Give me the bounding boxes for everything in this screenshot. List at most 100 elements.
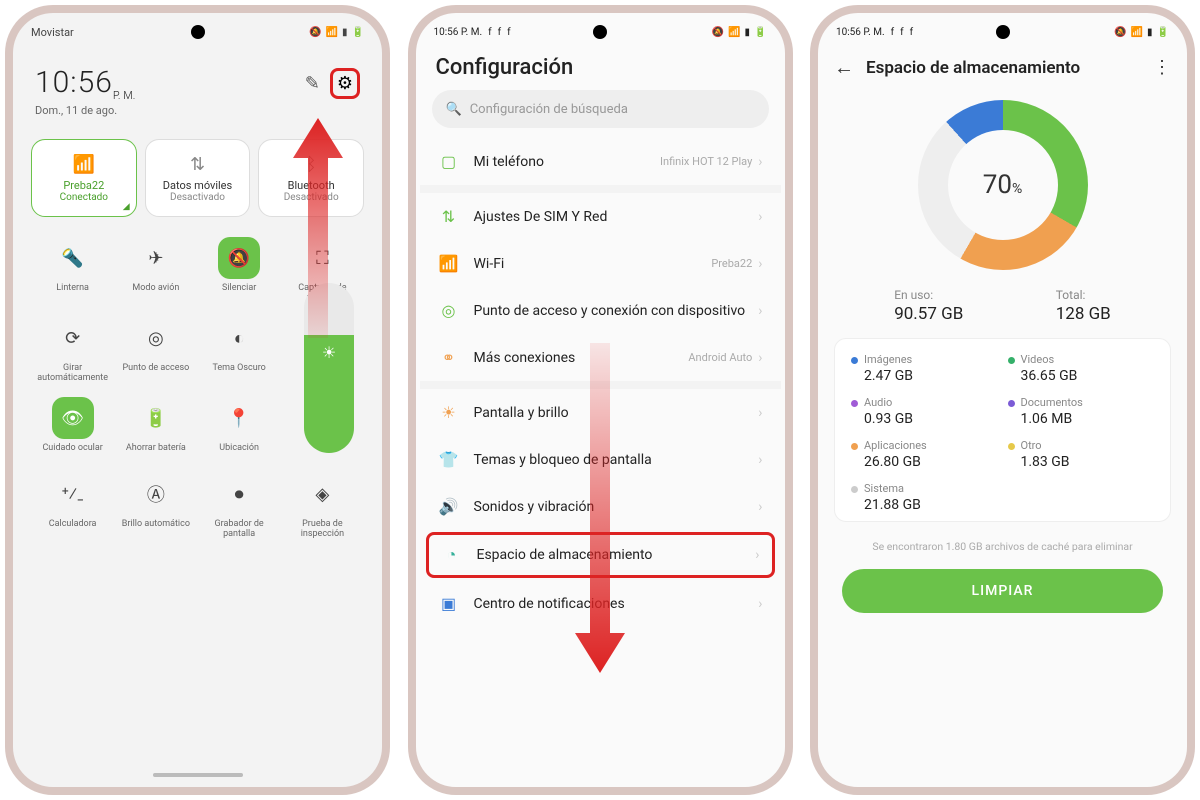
autorotate-tile[interactable]: ⟳Girar automáticamente (31, 313, 114, 387)
carrier-label: Movistar (31, 26, 74, 39)
speaker-icon: 🔊 (438, 497, 460, 516)
hotspot-icon: ◎ (438, 301, 460, 320)
signal-corner-icon: ◢ (123, 202, 130, 212)
airplane-tile[interactable]: ✈Modo avión (114, 233, 197, 307)
phone-quick-settings: Movistar 🔕 📶 ▮ 🔋 10:56P. M. ✎ ⚙ (5, 5, 390, 795)
auto-brightness-icon: Ⓐ (135, 473, 177, 515)
fb-icon: f (498, 27, 501, 38)
cat-system[interactable]: Sistema21.88 GB (851, 482, 998, 513)
search-input[interactable]: 🔍 Configuración de búsqueda (432, 90, 769, 128)
item-my-phone[interactable]: ▢ Mi teléfono Infinix HOT 12 Play › (420, 138, 781, 185)
calculator-icon: ⁺⁄₋ (52, 473, 94, 515)
eyecare-tile[interactable]: 👁Cuidado ocular (31, 393, 114, 457)
status-time: 10:56 P. M. (836, 27, 885, 38)
vibrate-icon: 🔕 (309, 27, 321, 38)
notch (191, 25, 205, 39)
vibrate-icon: 🔕 (712, 27, 724, 38)
date-label: Dom., 11 de ago. (35, 104, 360, 117)
gear-icon[interactable]: ⚙ (337, 73, 353, 94)
used-block: En uso: 90.57 GB (894, 288, 963, 324)
shield-icon: ◈ (301, 473, 343, 515)
total-block: Total: 128 GB (1056, 288, 1111, 324)
clean-button[interactable]: LIMPIAR (842, 569, 1163, 613)
screenrecord-tile[interactable]: ⏺Grabador de pantalla (198, 469, 281, 543)
data-icon: ⇅ (190, 154, 205, 175)
autobrightness-tile[interactable]: ⒶBrillo automático (114, 469, 197, 543)
chevron-right-icon: › (758, 256, 762, 272)
phone-icon: ▢ (438, 152, 460, 171)
cat-apps[interactable]: Aplicaciones26.80 GB (851, 439, 998, 470)
airplane-icon: ✈ (135, 237, 177, 279)
page-title: Configuración (416, 47, 785, 90)
pin-icon: 📍 (218, 397, 260, 439)
status-time: 10:56 P. M. (434, 27, 483, 38)
location-tile[interactable]: 📍Ubicación (198, 393, 281, 457)
chevron-right-icon: › (758, 154, 762, 170)
fb-icon: f (507, 27, 510, 38)
flashlight-tile[interactable]: 🔦Linterna (31, 233, 114, 307)
fb-icon: f (488, 27, 491, 38)
back-button[interactable]: ← (834, 55, 854, 80)
item-wifi[interactable]: 📶 Wi-Fi Preba22 › (420, 240, 781, 287)
fb-icon: f (900, 27, 903, 38)
sun-icon: ☀ (438, 403, 460, 422)
batterysaver-tile[interactable]: 🔋Ahorrar batería (114, 393, 197, 457)
signal-icon: ▮ (745, 27, 751, 38)
cat-audio[interactable]: Audio0.93 GB (851, 396, 998, 427)
cat-videos[interactable]: Videos36.65 GB (1008, 353, 1155, 384)
brightness-icon: ☀ (322, 343, 336, 362)
darktheme-tile[interactable]: ◐Tema Oscuro (198, 313, 281, 387)
item-hotspot[interactable]: ◎ Punto de acceso y conexión con disposi… (420, 287, 781, 334)
cat-other[interactable]: Otro1.83 GB (1008, 439, 1155, 470)
chevron-right-icon: › (758, 303, 762, 319)
inspection-tile[interactable]: ◈Prueba de inspección (281, 469, 364, 543)
phone-storage: 10:56 P. M. f f f 🔕 📶 ▮ 🔋 ← Espacio de a… (810, 5, 1195, 795)
vibrate-icon: 🔕 (1114, 27, 1126, 38)
wifi-tile[interactable]: 📶 Preba22 Conectado ◢ (31, 139, 137, 217)
calculator-tile[interactable]: ⁺⁄₋Calculadora (31, 469, 114, 543)
settings-gear-highlight[interactable]: ⚙ (330, 68, 360, 99)
item-sim[interactable]: ⇅ Ajustes De SIM Y Red › (420, 193, 781, 240)
edit-icon[interactable]: ✎ (305, 73, 320, 94)
wifi-icon: 📶 (73, 154, 95, 175)
cat-docs[interactable]: Documentos1.06 MB (1008, 396, 1155, 427)
more-icon[interactable]: ⋮ (1153, 57, 1171, 78)
flashlight-icon: 🔦 (52, 237, 94, 279)
link-icon: ⚭ (438, 348, 460, 367)
shirt-icon: 👕 (438, 450, 460, 469)
signal-icon: ▮ (1147, 27, 1153, 38)
silence-tile[interactable]: 🔕Silenciar (198, 233, 281, 307)
notch (593, 25, 607, 39)
eye-icon: 👁 (52, 397, 94, 439)
annotation-arrow-down (570, 343, 630, 677)
bell-off-icon: 🔕 (218, 237, 260, 279)
hotspot-icon: ◎ (135, 317, 177, 359)
chevron-right-icon: › (758, 452, 762, 468)
phone-settings: 10:56 P. M. f f f 🔕 📶 ▮ 🔋 Configuración … (408, 5, 793, 795)
wifi-icon: 📶 (326, 27, 338, 38)
chevron-right-icon: › (755, 547, 759, 563)
moon-icon: ◐ (218, 317, 260, 359)
clock-time: 10:56P. M. (35, 65, 135, 100)
signal-icon: ▮ (342, 27, 348, 38)
rotate-icon: ⟳ (52, 317, 94, 359)
cat-images[interactable]: Imágenes2.47 GB (851, 353, 998, 384)
home-indicator[interactable] (153, 773, 243, 777)
storage-icon: ◔ (441, 545, 463, 565)
battery-icon: 🔋 (1157, 27, 1169, 38)
battery-icon: 🔋 (754, 27, 766, 38)
sim-icon: ⇅ (438, 207, 460, 226)
storage-donut-chart: 70% (918, 100, 1088, 270)
cache-note: Se encontraron 1.80 GB archivos de caché… (818, 522, 1187, 563)
mobile-data-tile[interactable]: ⇅ Datos móviles Desactivado (145, 139, 251, 217)
status-icons: 🔕 📶 ▮ 🔋 (309, 27, 364, 38)
fb-icon: f (910, 27, 913, 38)
battery-icon: 🔋 (352, 27, 364, 38)
donut-percent: 70% (983, 170, 1023, 200)
fb-icon: f (891, 27, 894, 38)
wifi-icon: 📶 (438, 254, 460, 273)
battery-icon: 🔋 (135, 397, 177, 439)
chevron-right-icon: › (758, 499, 762, 515)
hotspot-tile[interactable]: ◎Punto de acceso (114, 313, 197, 387)
chevron-right-icon: › (758, 405, 762, 421)
